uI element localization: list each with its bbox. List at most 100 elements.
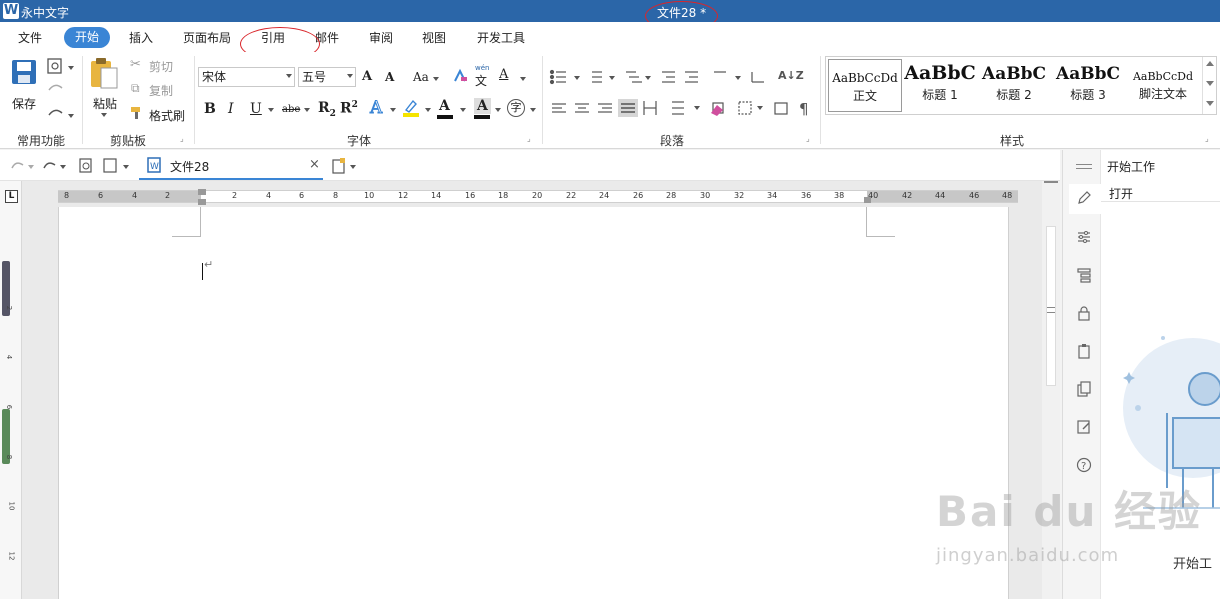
chevron-up-icon[interactable]: [1206, 61, 1214, 66]
format-painter-icon[interactable]: [130, 106, 144, 120]
char-shading-dropdown-icon[interactable]: [495, 108, 501, 112]
quick-access-icons[interactable]: [8, 157, 132, 175]
underline-button[interactable]: U: [250, 101, 262, 117]
vertical-ruler[interactable]: L 2 4 6 8 10 12: [0, 181, 22, 599]
copy-pages-icon[interactable]: [1076, 381, 1092, 397]
split-bar[interactable]: [1044, 181, 1058, 183]
font-size-select[interactable]: 五号: [298, 67, 356, 87]
copy-button[interactable]: 复制: [149, 82, 173, 99]
scroll-thumb[interactable]: [1046, 226, 1056, 386]
paste-button[interactable]: 粘贴: [93, 95, 117, 112]
horizontal-ruler[interactable]: 8 6 4 2 2 4 6 8 10 12 14 16 18 20 22 24 …: [58, 189, 1018, 205]
ruler-number: 40: [868, 191, 879, 200]
document-page[interactable]: ↵: [58, 207, 1009, 599]
enclose-char-dropdown-icon[interactable]: [530, 108, 536, 112]
menu-developer[interactable]: 开发工具: [477, 29, 525, 46]
underline-dropdown-icon[interactable]: [268, 108, 274, 112]
font-color-icon[interactable]: A: [439, 98, 450, 114]
menu-home[interactable]: 开始: [64, 27, 110, 48]
cut-button[interactable]: 剪切: [149, 58, 173, 75]
char-shading-icon[interactable]: A: [474, 98, 491, 114]
style-footnote-text[interactable]: AaBbCcDd 脚注文本: [1126, 59, 1200, 112]
font-color-dropdown-icon[interactable]: [460, 108, 466, 112]
close-icon[interactable]: ×: [309, 157, 320, 172]
clipboard-icon[interactable]: [1076, 343, 1092, 359]
font-launcher-icon[interactable]: ⌟: [527, 134, 531, 143]
shrink-font-icon[interactable]: A: [385, 70, 394, 84]
superscript-letter: R: [340, 100, 352, 117]
scissors-icon[interactable]: ✂: [130, 57, 141, 72]
pen-icon[interactable]: [1076, 190, 1092, 206]
document-tab-label: 文件28: [170, 160, 210, 174]
paste-icon[interactable]: [88, 56, 120, 90]
show-marks-icon[interactable]: ¶: [799, 100, 809, 118]
style-heading-2[interactable]: AaBbC 标题 2: [978, 59, 1050, 112]
collapse-pane-icon[interactable]: [1076, 164, 1092, 165]
svg-text:W: W: [150, 162, 159, 172]
save-button[interactable]: 保存: [12, 95, 36, 112]
ruler-number: 22: [566, 191, 577, 200]
ruler-number: 36: [801, 191, 812, 200]
sort-icon[interactable]: A↓Z: [778, 69, 804, 82]
ruler-number: 44: [935, 191, 946, 200]
paste-dropdown-icon[interactable]: [101, 113, 107, 117]
case-dropdown-icon[interactable]: [433, 77, 439, 81]
subscript-button[interactable]: R2: [318, 100, 336, 119]
document-tab[interactable]: W 文件28 ×: [139, 150, 323, 180]
grow-font-icon[interactable]: A: [362, 69, 372, 84]
group-label-common: 常用功能: [17, 134, 66, 148]
ruler-number: 4: [266, 191, 272, 200]
highlighter-dropdown-icon[interactable]: [425, 108, 431, 112]
chevron-down-icon[interactable]: [1206, 81, 1214, 86]
margin-corner-top-right: [866, 207, 895, 237]
change-case-icon[interactable]: Aa: [413, 70, 429, 84]
superscript-button[interactable]: R2: [340, 100, 358, 117]
menu-review[interactable]: 审阅: [369, 29, 393, 46]
first-line-indent-marker[interactable]: [198, 189, 206, 195]
bold-button[interactable]: B: [204, 101, 216, 117]
lock-icon[interactable]: [1076, 305, 1092, 321]
outline-icon[interactable]: [1076, 267, 1092, 283]
text-effect-dropdown-icon[interactable]: [390, 108, 396, 112]
border-letter-dropdown-icon[interactable]: [520, 77, 526, 81]
phonetic-guide-icon[interactable]: wén: [475, 64, 489, 72]
save-icon[interactable]: [10, 58, 38, 86]
tab-stop-selector-icon[interactable]: L: [5, 190, 18, 203]
style-heading-3[interactable]: AaBbC 标题 3: [1052, 59, 1124, 112]
menu-view[interactable]: 视图: [422, 29, 446, 46]
format-painter-button[interactable]: 格式刷: [149, 107, 185, 124]
clear-format-icon[interactable]: [452, 68, 468, 84]
menu-page-layout[interactable]: 页面布局: [183, 29, 231, 46]
ruler-number: 46: [969, 191, 980, 200]
italic-button[interactable]: I: [228, 101, 234, 117]
edit-note-icon[interactable]: [1076, 419, 1092, 435]
group-label-styles: 样式: [1000, 134, 1025, 148]
copy-icon[interactable]: ⧉: [131, 81, 140, 96]
paragraph-launcher-icon[interactable]: ⌟: [806, 134, 810, 143]
expand-gallery-icon[interactable]: [1206, 101, 1214, 106]
enclose-char-icon[interactable]: 字: [507, 99, 525, 117]
vertical-ruler-number: 8: [5, 454, 14, 460]
new-document-icon[interactable]: [330, 157, 358, 175]
strikethrough-dropdown-icon[interactable]: [304, 108, 310, 112]
help-icon[interactable]: ?: [1076, 457, 1092, 473]
menu-insert[interactable]: 插入: [129, 29, 153, 46]
font-name-value: 宋体: [202, 70, 227, 84]
font-name-select[interactable]: 宋体: [198, 67, 295, 87]
clipboard-launcher-icon[interactable]: ⌟: [180, 134, 184, 143]
style-normal[interactable]: AaBbCcDd 正文: [828, 59, 902, 112]
quick-tools-icons[interactable]: [46, 57, 76, 123]
menu-file[interactable]: 文件: [18, 29, 42, 46]
strikethrough-button[interactable]: abe: [282, 104, 300, 115]
style-heading-1[interactable]: AaBbC 标题 1: [904, 59, 976, 112]
styles-scrollbar[interactable]: [1202, 57, 1216, 114]
settings-sliders-icon[interactable]: [1076, 229, 1092, 245]
ruler-number: 18: [498, 191, 509, 200]
border-letter-icon[interactable]: A: [499, 67, 508, 82]
open-link[interactable]: 打开: [1109, 185, 1133, 202]
left-indent-marker[interactable]: [198, 199, 206, 205]
highlighter-icon[interactable]: [402, 98, 420, 118]
styles-launcher-icon[interactable]: ⌟: [1205, 134, 1209, 143]
ruler-number: 8: [64, 191, 70, 200]
text-effect-icon[interactable]: A: [369, 98, 382, 119]
